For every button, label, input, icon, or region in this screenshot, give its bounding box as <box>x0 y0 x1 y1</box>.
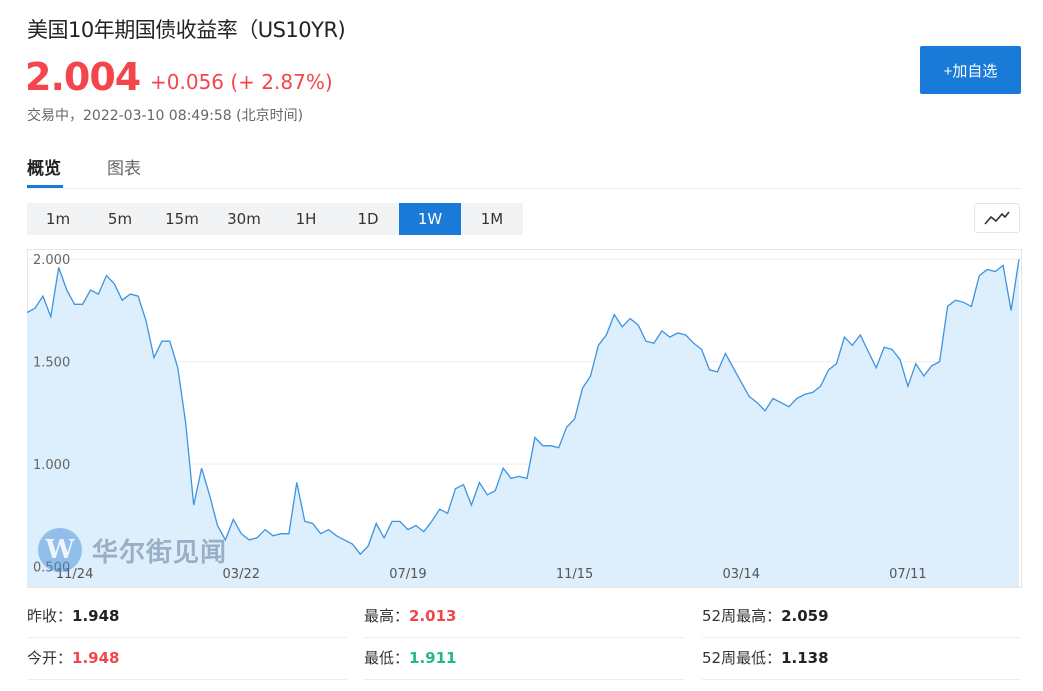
y-tick-label: 1.500 <box>33 356 70 371</box>
stat-label: 52周最低： <box>702 649 782 667</box>
x-tick-label: 03/22 <box>223 567 260 582</box>
watermark-logo: W <box>38 528 82 572</box>
stat-value: 1.948 <box>72 607 120 625</box>
stat-52w-high: 52周最高：2.059 <box>702 595 1021 638</box>
period-1d[interactable]: 1D <box>337 203 399 235</box>
period-1h[interactable]: 1H <box>275 203 337 235</box>
stat-value: 1.138 <box>781 649 829 667</box>
period-5m[interactable]: 5m <box>89 203 151 235</box>
price-change: +0.056 (+ 2.87%) <box>150 70 333 94</box>
tab-chart[interactable]: 图表 <box>107 154 141 179</box>
watermark: W 华尔街见闻 <box>38 528 227 572</box>
stat-label: 52周最高： <box>702 607 782 625</box>
chart-type-button[interactable] <box>974 203 1020 233</box>
stat-low: 最低：1.911 <box>364 637 684 680</box>
stat-value: 1.948 <box>72 649 120 667</box>
add-to-watchlist-button[interactable]: +加自选 <box>920 46 1021 94</box>
tab-overview[interactable]: 概览 <box>27 154 61 179</box>
tab-bar: 概览 图表 <box>27 150 1021 189</box>
stat-value: 2.013 <box>409 607 457 625</box>
stat-value: 2.059 <box>781 607 829 625</box>
current-price: 2.004 <box>25 55 141 99</box>
line-chart-icon <box>984 211 1010 225</box>
period-1m[interactable]: 1m <box>27 203 89 235</box>
stat-value: 1.911 <box>409 649 457 667</box>
watermark-text: 华尔街见闻 <box>92 537 228 568</box>
page-title: 美国10年期国债收益率（US10YR) <box>27 18 346 42</box>
period-15m[interactable]: 15m <box>151 203 213 235</box>
period-30m[interactable]: 30m <box>213 203 275 235</box>
stat-label: 昨收： <box>27 607 73 625</box>
active-tab-indicator <box>27 185 63 188</box>
y-tick-label: 1.000 <box>33 458 70 473</box>
stat-52w-low: 52周最低：1.138 <box>702 637 1021 680</box>
x-tick-label: 07/11 <box>889 567 926 582</box>
y-tick-label: 2.000 <box>33 253 70 268</box>
stat-label: 今开： <box>27 649 73 667</box>
period-selector: 1m 5m 15m 30m 1H 1D 1W 1M <box>27 203 523 235</box>
stat-prev-close: 昨收：1.948 <box>27 595 347 638</box>
x-tick-label: 07/19 <box>389 567 426 582</box>
stat-high: 最高：2.013 <box>364 595 684 638</box>
period-1w[interactable]: 1W <box>399 203 461 235</box>
x-tick-label: 03/14 <box>723 567 760 582</box>
period-1mo[interactable]: 1M <box>461 203 523 235</box>
trading-status: 交易中，2022-03-10 08:49:58 (北京时间) <box>27 108 304 124</box>
stat-label: 最高： <box>364 607 410 625</box>
stat-open: 今开：1.948 <box>27 637 347 680</box>
x-tick-label: 11/15 <box>556 567 593 582</box>
stat-label: 最低： <box>364 649 410 667</box>
